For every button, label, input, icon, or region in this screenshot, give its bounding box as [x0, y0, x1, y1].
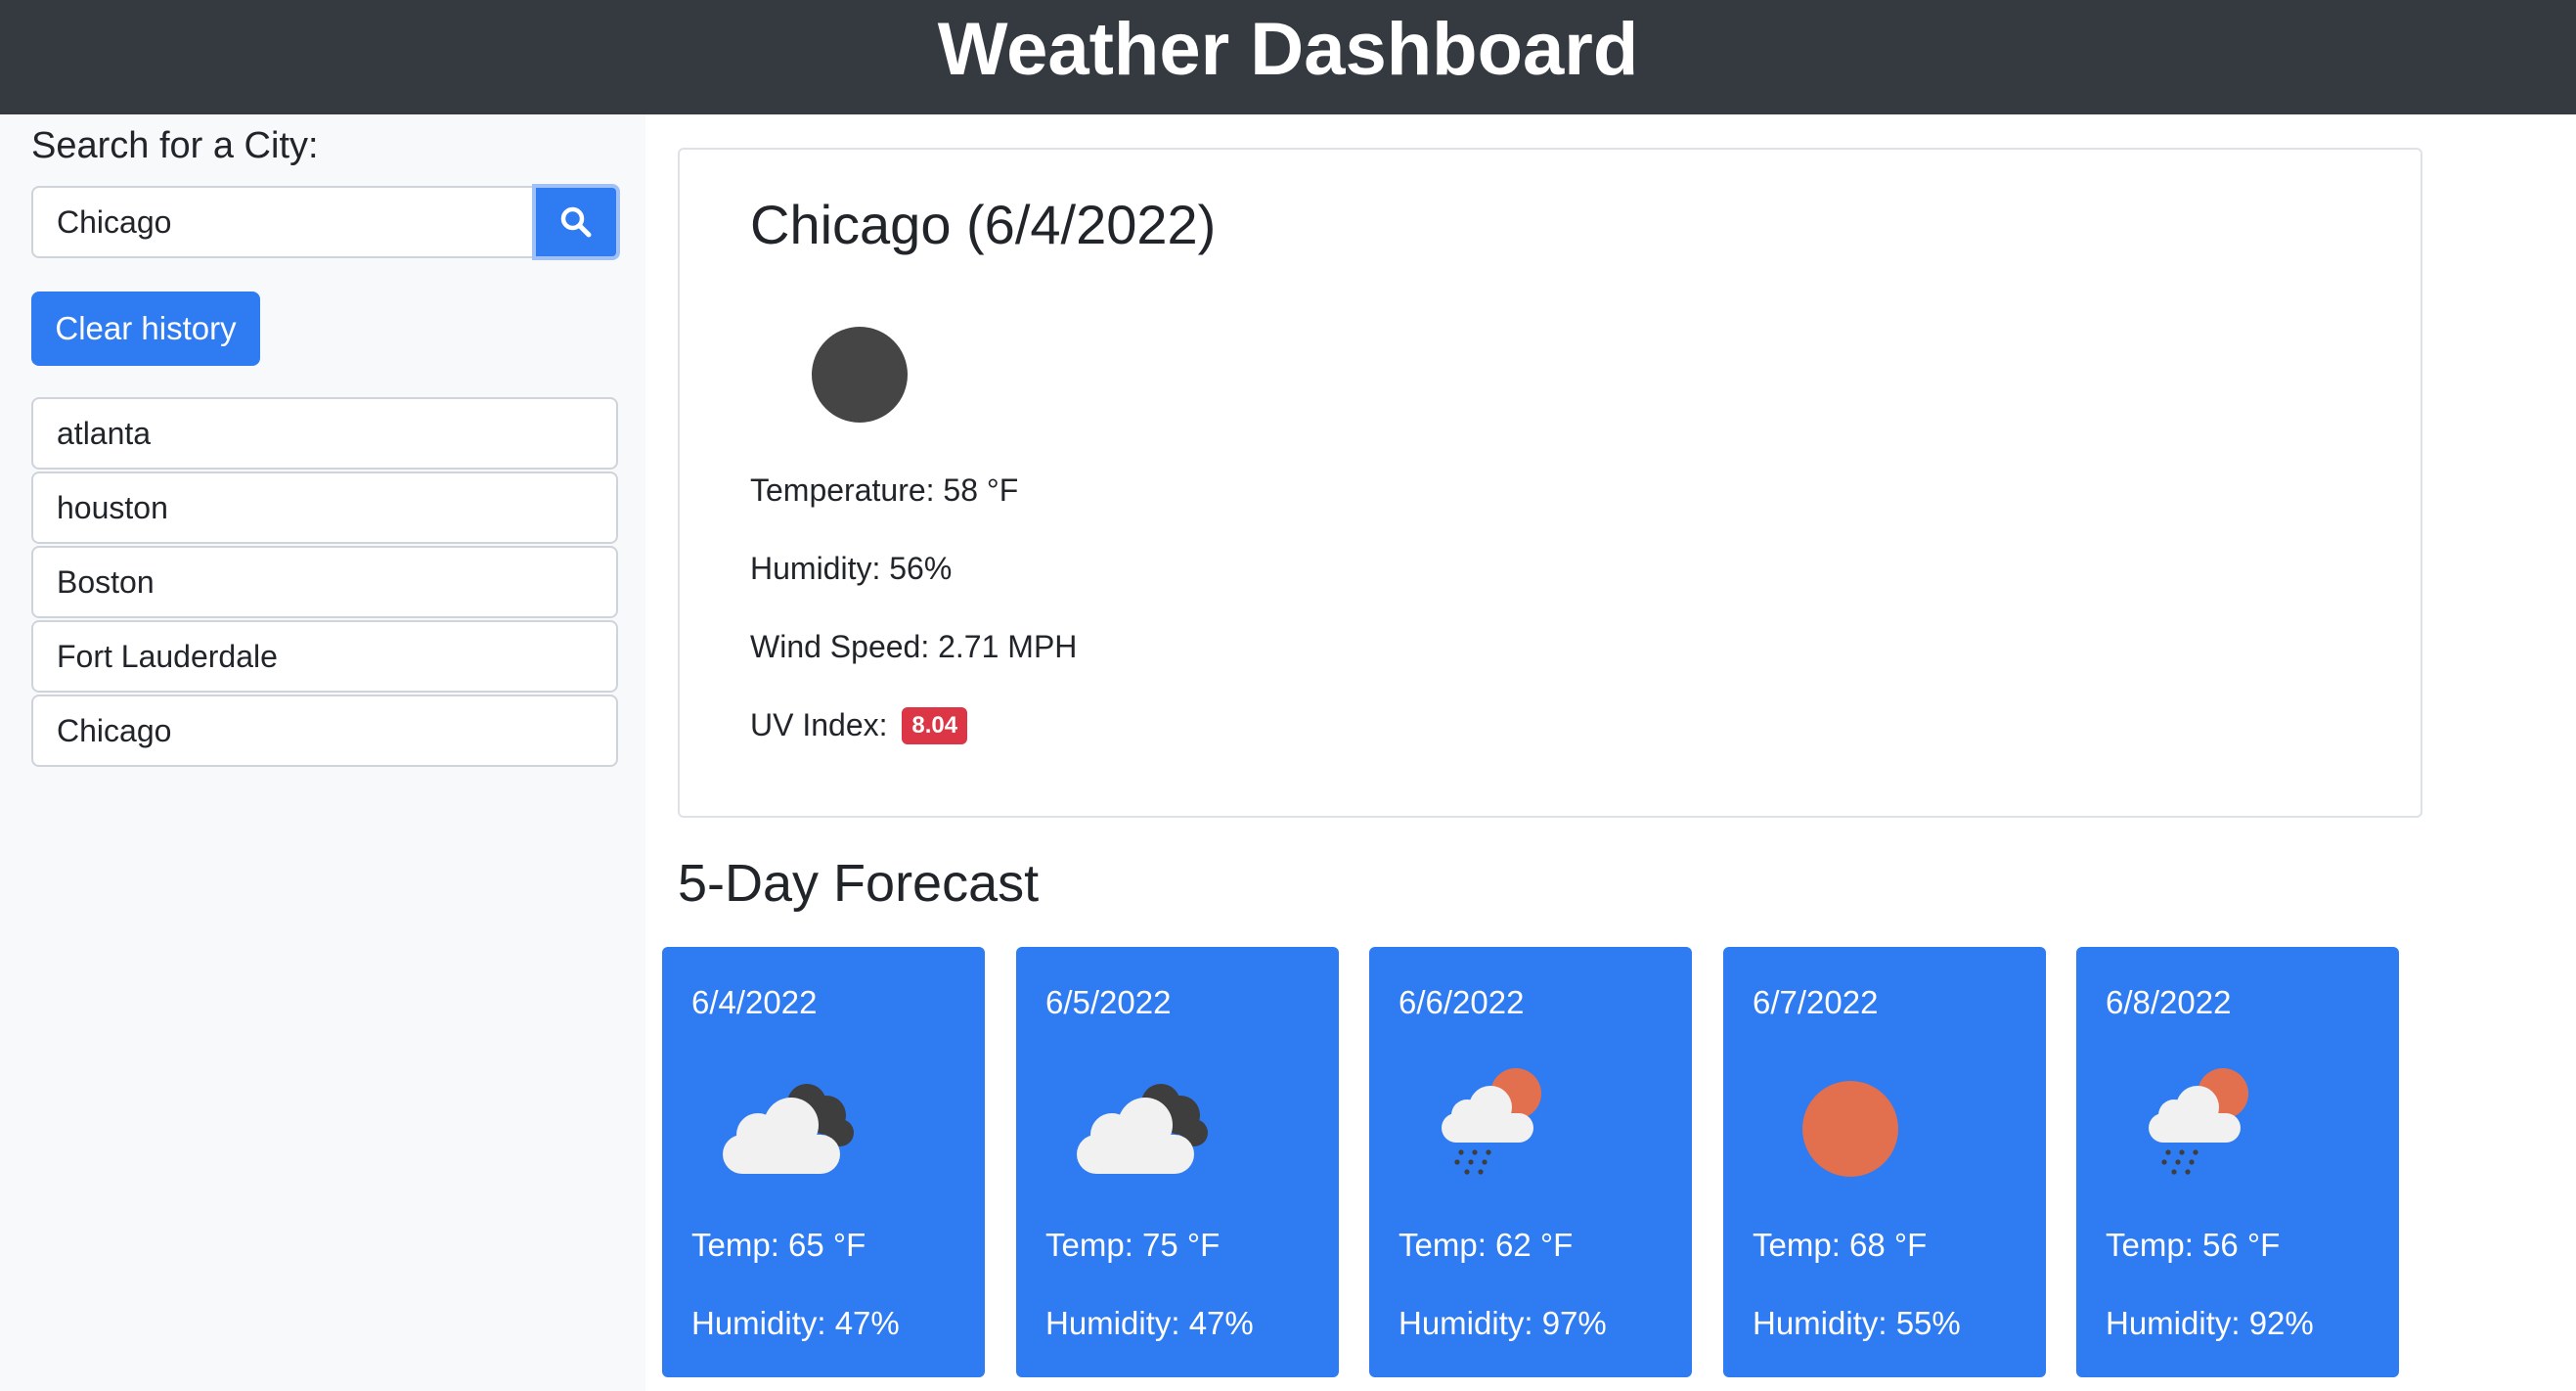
- uv-index-label: UV Index:: [750, 707, 888, 742]
- forecast-temp: Temp: 68 °F: [1753, 1227, 1928, 1263]
- search-icon: [560, 206, 592, 238]
- current-weather-card: Chicago (6/4/2022) Temperature: 58 °F Hu…: [678, 148, 2422, 818]
- current-humidity: Humidity: 56%: [750, 551, 953, 586]
- uv-index-badge: 8.04: [902, 706, 968, 744]
- broken-clouds-icon: [1065, 1064, 1221, 1196]
- current-city-title: Chicago (6/4/2022): [750, 194, 1217, 255]
- forecast-date: 6/4/2022: [691, 984, 818, 1020]
- app-header: Weather Dashboard: [0, 0, 2576, 114]
- forecast-humidity: Humidity: 55%: [1753, 1305, 1961, 1341]
- broken-clouds-icon: [711, 1064, 867, 1196]
- history-item-boston[interactable]: Boston: [31, 546, 618, 618]
- forecast-date: 6/6/2022: [1399, 984, 1525, 1020]
- current-wind-speed: Wind Speed: 2.71 MPH: [750, 629, 1078, 664]
- forecast-card: 6/5/2022 Temp: 75 °F Humidity: 47%: [1016, 947, 1339, 1377]
- page-title: Weather Dashboard: [937, 7, 1639, 91]
- history-item-houston[interactable]: houston: [31, 471, 618, 544]
- forecast-title: 5-Day Forecast: [678, 854, 1040, 913]
- search-history-list: atlanta houston Boston Fort Lauderdale C…: [31, 397, 618, 767]
- forecast-temp: Temp: 56 °F: [2106, 1227, 2281, 1263]
- forecast-card: 6/8/2022 Temp: 56 °F Humidity: 92%: [2076, 947, 2399, 1377]
- current-temperature: Temperature: 58 °F: [750, 472, 1019, 508]
- forecast-date: 6/5/2022: [1045, 984, 1172, 1020]
- forecast-humidity: Humidity: 47%: [691, 1305, 900, 1341]
- current-uv-index: UV Index: 8.04: [750, 706, 968, 746]
- dark-circle-icon: [801, 316, 918, 438]
- forecast-card: 6/7/2022 Temp: 68 °F Humidity: 55%: [1723, 947, 2046, 1377]
- forecast-humidity: Humidity: 92%: [2106, 1305, 2314, 1341]
- rain-sun-icon: [2125, 1064, 2282, 1196]
- search-input[interactable]: [31, 186, 532, 258]
- forecast-date: 6/8/2022: [2106, 984, 2232, 1020]
- history-item-fort-lauderdale[interactable]: Fort Lauderdale: [31, 620, 618, 693]
- forecast-humidity: Humidity: 47%: [1045, 1305, 1254, 1341]
- forecast-card: 6/4/2022 Temp: 65 °F Humidity: 47%: [662, 947, 985, 1377]
- forecast-date: 6/7/2022: [1753, 984, 1879, 1020]
- history-item-atlanta[interactable]: atlanta: [31, 397, 618, 470]
- search-button[interactable]: [532, 184, 620, 260]
- forecast-humidity: Humidity: 97%: [1399, 1305, 1607, 1341]
- sun-icon: [1772, 1064, 1929, 1196]
- forecast-temp: Temp: 65 °F: [691, 1227, 866, 1263]
- history-item-chicago[interactable]: Chicago: [31, 695, 618, 767]
- rain-sun-icon: [1418, 1064, 1575, 1196]
- forecast-temp: Temp: 75 °F: [1045, 1227, 1221, 1263]
- forecast-temp: Temp: 62 °F: [1399, 1227, 1574, 1263]
- search-label: Search for a City:: [31, 125, 319, 166]
- forecast-card: 6/6/2022 Temp: 62 °F Humidity: 97%: [1369, 947, 1692, 1377]
- clear-history-button[interactable]: Clear history: [31, 292, 260, 366]
